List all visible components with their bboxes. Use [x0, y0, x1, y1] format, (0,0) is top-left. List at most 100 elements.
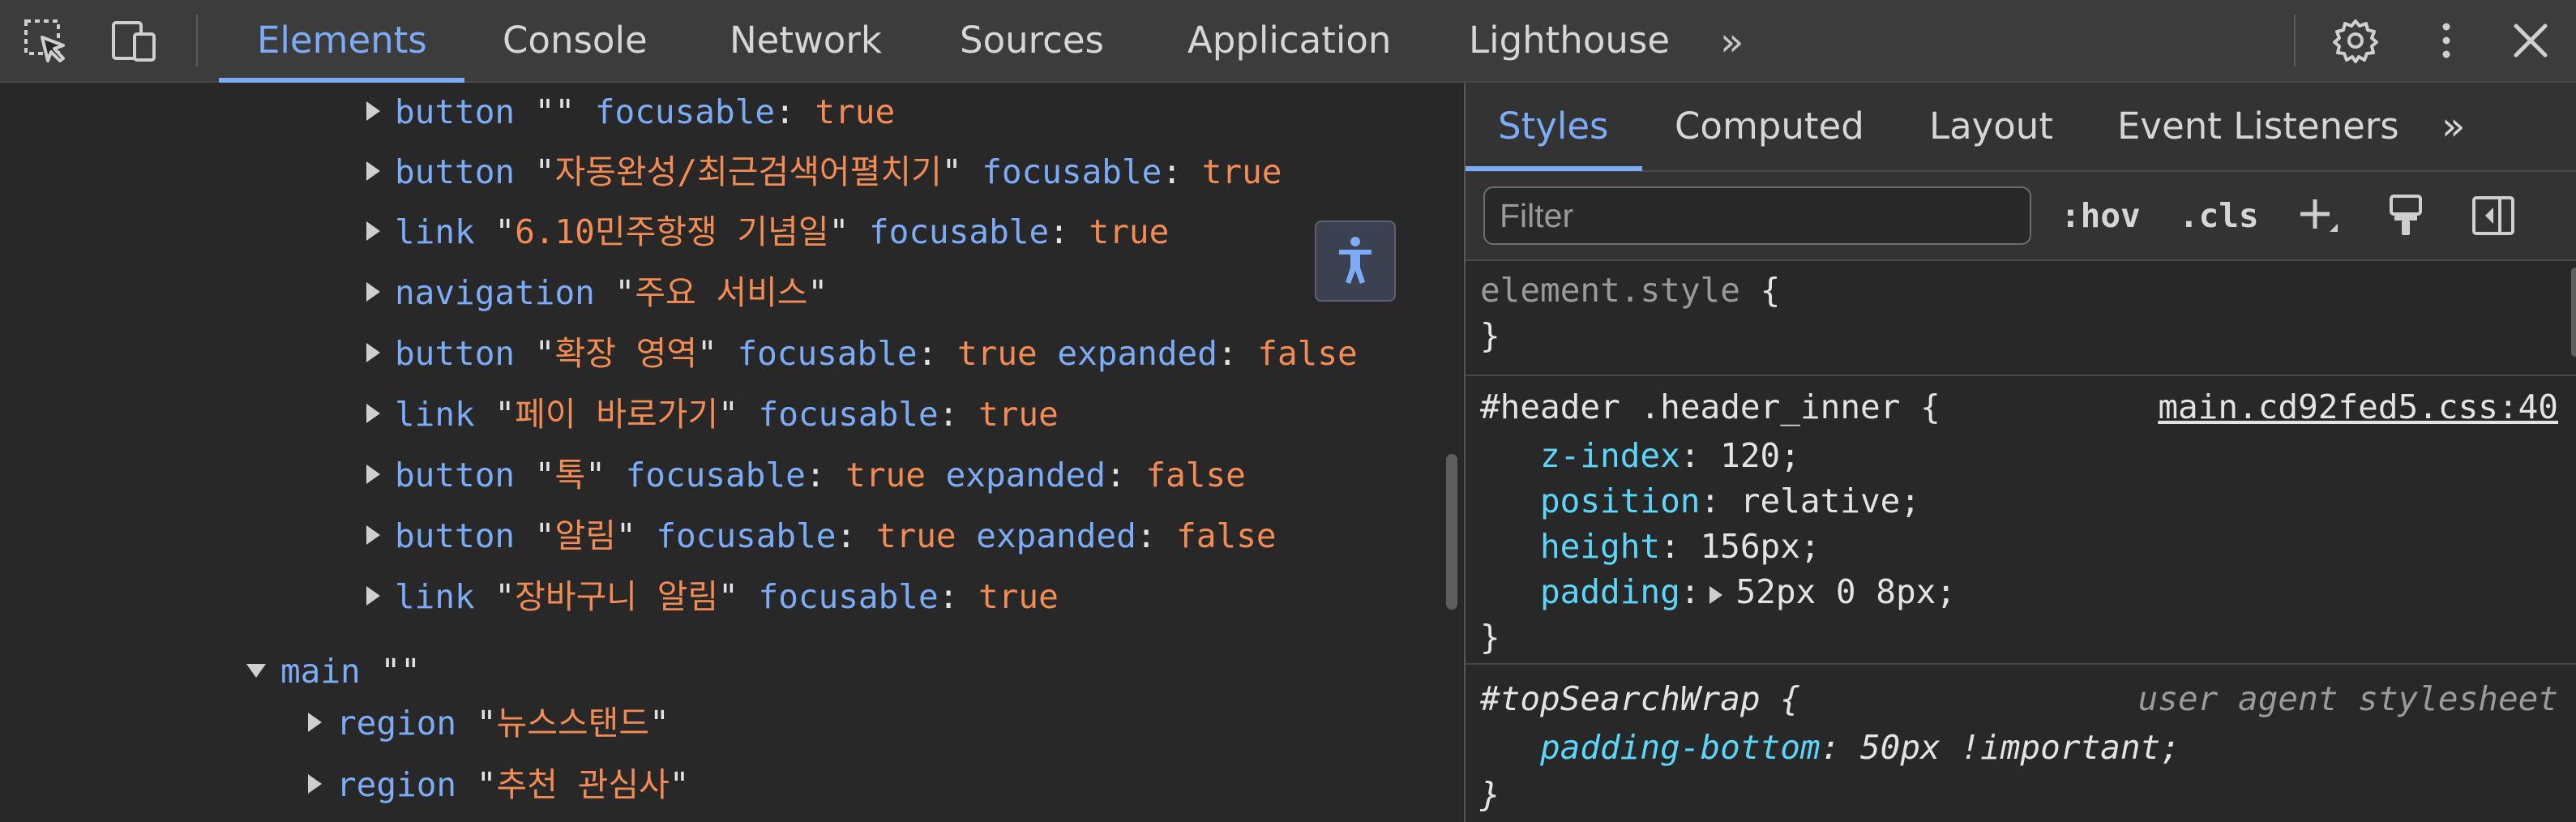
css-property-value: 156px;: [1700, 527, 1821, 566]
tree-node[interactable]: button "확장 영역" focusable: true expanded:…: [366, 329, 1358, 378]
css-declaration[interactable]: z-index: 120;: [1540, 433, 1800, 478]
rule-selector: #header .header_inner: [1480, 387, 1901, 426]
tab-network[interactable]: Network: [730, 0, 882, 81]
active-subtab-indicator: [1466, 166, 1642, 171]
tree-node[interactable]: button "" focusable: true: [366, 88, 895, 136]
node-prop-key: focusable: [656, 516, 837, 555]
accessibility-tree-toggle-button[interactable]: [1315, 220, 1396, 302]
settings-gear-icon[interactable]: [2331, 16, 2380, 65]
inspect-element-icon[interactable]: [21, 16, 70, 65]
css-property-name: position: [1540, 482, 1701, 520]
devtools-toolbar: Elements Console Network Sources Applica…: [0, 0, 2576, 83]
more-tabs-chevron-icon[interactable]: »: [1720, 19, 1744, 65]
node-prop-key: expanded: [976, 516, 1136, 555]
expand-arrow-icon[interactable]: [366, 465, 380, 484]
css-declaration[interactable]: position: relative;: [1540, 478, 1920, 524]
tab-lighthouse[interactable]: Lighthouse: [1469, 0, 1670, 81]
class-toggle[interactable]: .cls: [2179, 191, 2259, 240]
node-name: 장바구니 알림: [515, 577, 719, 616]
tree-node[interactable]: link "장바구니 알림" focusable: true: [366, 572, 1059, 621]
expand-arrow-icon[interactable]: [366, 343, 380, 362]
css-rule-header-inner: #header .header_inner { main.cd92fed5.cs…: [1466, 376, 2576, 665]
tab-sources[interactable]: Sources: [960, 0, 1104, 81]
element-style-selector: element.style: [1480, 271, 1740, 310]
element-style-selector-line[interactable]: element.style {: [1480, 268, 1780, 313]
tab-event-listeners[interactable]: Event Listeners: [2117, 83, 2399, 170]
node-name: 6.10민주항쟁 기념일: [515, 212, 829, 251]
node-prop-value: true: [845, 456, 926, 494]
node-prop-key: focusable: [868, 212, 1050, 251]
expand-arrow-icon[interactable]: [366, 101, 380, 121]
node-prop-key: focusable: [758, 395, 939, 434]
expand-shorthand-arrow-icon[interactable]: [1709, 586, 1723, 604]
node-role: link: [395, 212, 475, 251]
tree-node[interactable]: button "알림" focusable: true expanded: fa…: [366, 512, 1277, 560]
open-brace: {: [1780, 679, 1800, 718]
left-pane-scrollbar[interactable]: [1446, 454, 1457, 610]
css-declaration[interactable]: height: 156px;: [1540, 524, 1821, 569]
node-prop-key: focusable: [737, 334, 918, 373]
tab-console[interactable]: Console: [503, 0, 648, 81]
rule-selector-line[interactable]: #header .header_inner {: [1480, 384, 1941, 430]
tree-node[interactable]: link "6.10민주항쟁 기념일" focusable: true: [366, 208, 1169, 256]
expand-arrow-icon[interactable]: [366, 221, 380, 241]
node-prop-value: false: [1257, 334, 1358, 373]
close-brace: }: [1480, 618, 1500, 657]
paint-brush-icon[interactable]: [2381, 191, 2430, 240]
tab-computed[interactable]: Computed: [1675, 83, 1864, 170]
tree-node[interactable]: navigation "주요 서비스": [366, 268, 828, 317]
node-prop-value: false: [1176, 516, 1277, 555]
tree-node[interactable]: button "톡" focusable: true expanded: fal…: [366, 451, 1246, 499]
element-style-rule: element.style { }: [1466, 261, 2576, 376]
tab-elements[interactable]: Elements: [257, 0, 427, 81]
expand-arrow-icon[interactable]: [366, 161, 380, 181]
tab-layout[interactable]: Layout: [1929, 83, 2053, 170]
more-vertical-icon[interactable]: [2422, 16, 2471, 65]
tree-node[interactable]: main "": [246, 647, 421, 696]
toolbar-divider: [196, 15, 198, 66]
expand-arrow-icon[interactable]: [308, 774, 322, 794]
open-brace: {: [1920, 387, 1941, 426]
accessibility-person-icon: [1339, 237, 1371, 284]
collapse-arrow-icon[interactable]: [246, 663, 266, 678]
node-prop-key: expanded: [1057, 334, 1217, 373]
node-prop-value: true: [815, 92, 896, 131]
tree-node[interactable]: button "자동완성/최근검색어펼치기" focusable: true: [366, 148, 1282, 196]
device-toolbar-icon[interactable]: [110, 16, 159, 65]
node-prop-value: false: [1145, 456, 1246, 494]
node-prop-key: focusable: [625, 456, 806, 494]
expand-arrow-icon[interactable]: [366, 525, 380, 545]
node-name: 톡: [554, 456, 586, 494]
node-name: 추천 관심사: [496, 765, 670, 804]
node-prop-value: true: [875, 516, 956, 555]
styles-filter-input[interactable]: [1483, 186, 2031, 245]
css-property-value: relative;: [1739, 482, 1921, 520]
node-role: link: [395, 395, 475, 434]
css-declaration[interactable]: padding: 52px 0 8px;: [1540, 569, 1956, 614]
expand-arrow-icon[interactable]: [366, 586, 380, 606]
tab-styles[interactable]: Styles: [1498, 83, 1608, 170]
node-name: 알림: [554, 516, 616, 555]
tab-application[interactable]: Application: [1187, 0, 1391, 81]
expand-arrow-icon[interactable]: [366, 404, 380, 423]
styles-pane-scrollbar[interactable]: [2571, 268, 2576, 357]
stylesheet-source-link[interactable]: main.cd92fed5.css:40: [2158, 384, 2558, 430]
node-role: link: [395, 577, 475, 616]
tree-node[interactable]: region "뉴스스탠드": [308, 699, 670, 747]
tree-node[interactable]: link "페이 바로가기" focusable: true: [366, 390, 1059, 439]
expand-arrow-icon[interactable]: [366, 282, 380, 302]
node-role: button: [395, 334, 516, 373]
css-declaration[interactable]: padding-bottom: 50px !important;: [1540, 725, 2180, 770]
hover-state-toggle[interactable]: :hov: [2060, 191, 2141, 240]
tree-node[interactable]: region "추천 관심사": [308, 760, 689, 809]
node-name: 확장 영역: [554, 334, 698, 373]
node-role: region: [336, 765, 457, 804]
new-style-rule-plus-icon[interactable]: [2294, 191, 2343, 240]
rule-selector: #topSearchWrap: [1480, 679, 1761, 718]
toggle-sidebar-icon[interactable]: [2469, 191, 2518, 240]
more-subtabs-chevron-icon[interactable]: »: [2441, 83, 2466, 170]
rule-selector-line[interactable]: #topSearchWrap {: [1480, 676, 1800, 721]
close-icon[interactable]: [2506, 16, 2555, 65]
node-role: navigation: [395, 273, 595, 312]
expand-arrow-icon[interactable]: [308, 713, 322, 732]
